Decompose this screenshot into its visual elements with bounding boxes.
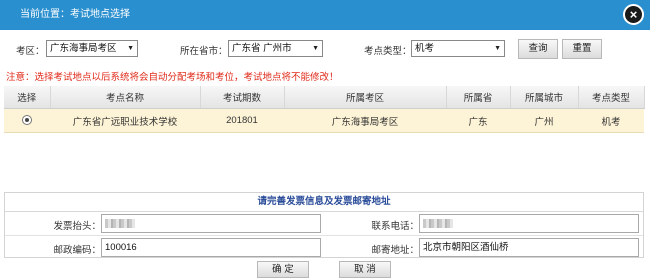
column-header: 所属考区 (284, 86, 447, 109)
redacted-value (423, 218, 453, 228)
notice-text: 注意：选择考试地点以后系统将会自动分配考场和考位，考试地点将不能修改！ (6, 72, 339, 83)
invoice-row-1: 发票抬头： 联系电话： (5, 212, 643, 236)
table-header-row: 选择 考点名称 考试期数 所属考区 所属省 所属城市 考点类型 (4, 86, 645, 109)
postcode-label: 邮政编码： (53, 245, 101, 256)
reset-button[interactable]: 重置 (562, 39, 602, 59)
column-header: 所属省 (446, 86, 511, 109)
chevron-down-icon: ▼ (494, 45, 501, 52)
exam-site-table: 选择 考点名称 考试期数 所属考区 所属省 所属城市 考点类型 广东省广远职业技… (4, 86, 645, 133)
column-header: 考试期数 (200, 86, 285, 109)
address-label: 邮寄地址： (371, 245, 419, 256)
exam-area-value: 广东海事局考区 (50, 43, 117, 54)
chevron-down-icon: ▼ (312, 45, 319, 52)
invoice-title-input[interactable] (101, 214, 321, 233)
site-name-cell: 广东省广远职业技术学校 (50, 108, 200, 133)
redacted-value (105, 218, 135, 228)
site-type-label: 考点类型： (364, 46, 412, 57)
exam-area-label: 考区： (16, 46, 45, 57)
table-row[interactable]: 广东省广远职业技术学校 201801 广东海事局考区 广东 广州 机考 (4, 108, 644, 133)
confirm-button[interactable]: 确 定 (257, 261, 309, 278)
city-cell: 广州 (510, 108, 578, 133)
invoice-title-label: 发票抬头： (53, 221, 101, 232)
close-icon[interactable]: × (623, 4, 644, 25)
province-city-label: 所在省市： (180, 46, 228, 57)
title-bar: 当前位置：考试地点选择 × (0, 0, 650, 30)
site-type-value: 机考 (415, 43, 435, 54)
column-header: 所属城市 (510, 86, 579, 109)
exam-area-select[interactable]: 广东海事局考区 ▼ (46, 40, 138, 57)
postcode-input[interactable]: 100016 (101, 238, 321, 257)
site-type-select[interactable]: 机考 ▼ (411, 40, 505, 57)
province-cell: 广东 (446, 108, 510, 133)
column-header: 考点名称 (50, 86, 201, 109)
search-button[interactable]: 查询 (518, 39, 558, 59)
filter-bar: 考区： 广东海事局考区 ▼ 所在省市： 广东省 广州市 ▼ 考点类型： 机考 ▼… (0, 37, 650, 61)
invoice-heading: 请完善发票信息及发票邮寄地址 (5, 193, 643, 212)
city-value: 广州市 (263, 43, 292, 54)
phone-label: 联系电话： (371, 221, 419, 232)
invoice-row-2: 邮政编码： 100016 邮寄地址： 北京市朝阳区酒仙桥 (5, 236, 643, 259)
province-value: 广东省 (232, 43, 261, 54)
column-header: 选择 (4, 86, 51, 109)
chevron-down-icon: ▼ (127, 45, 134, 52)
column-header: 考点类型 (578, 86, 645, 109)
breadcrumb: 当前位置：考试地点选择 (20, 9, 130, 20)
phone-input[interactable] (419, 214, 639, 233)
province-city-select[interactable]: 广东省 广州市 ▼ (228, 40, 323, 57)
period-cell: 201801 (200, 108, 284, 133)
select-cell (4, 108, 50, 133)
address-input[interactable]: 北京市朝阳区酒仙桥 (419, 238, 639, 257)
area-cell: 广东海事局考区 (284, 108, 446, 133)
invoice-panel: 请完善发票信息及发票邮寄地址 发票抬头： 联系电话： 邮政编码： 100016 … (4, 192, 644, 258)
cancel-button[interactable]: 取 消 (339, 261, 391, 278)
select-radio[interactable] (22, 115, 32, 126)
type-cell: 机考 (578, 108, 644, 133)
